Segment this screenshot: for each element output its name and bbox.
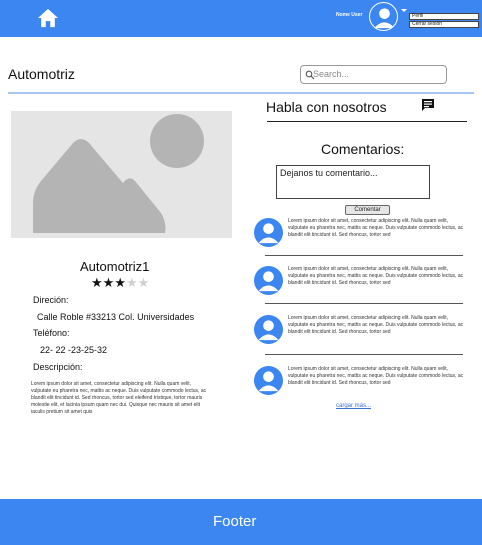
image-placeholder-icon	[33, 114, 204, 233]
title-divider	[8, 92, 474, 94]
star-filled-icon: ★	[91, 275, 103, 290]
chat-icon[interactable]	[421, 98, 435, 112]
person-icon	[258, 271, 279, 292]
rating-stars: ★★★★★	[91, 275, 149, 291]
search-placeholder: Search...	[313, 69, 350, 79]
user-avatar[interactable]	[369, 2, 398, 31]
comment-text: Lorem ipsum dolor sit amet, consectetur …	[288, 366, 464, 386]
search-input[interactable]: Search...	[300, 65, 447, 84]
comment-divider	[265, 303, 463, 304]
star-filled-icon: ★	[114, 275, 126, 290]
address-value: Calle Roble #33213 Col. Universidades	[37, 312, 195, 322]
star-empty-icon: ★	[125, 275, 138, 290]
home-icon[interactable]	[37, 8, 59, 28]
comment-text: Lorem ipsum dolor sit amet, consectetur …	[288, 315, 464, 335]
comment-text: Lorem ipsum dolor sit amet, consectetur …	[288, 266, 464, 286]
comment-text: Lorem ipsum dolor sit amet, consectetur …	[288, 218, 464, 238]
chat-title[interactable]: Habla con nosotros	[266, 99, 387, 115]
commenter-avatar	[254, 315, 283, 344]
business-image	[11, 111, 232, 238]
commenter-avatar	[254, 218, 283, 247]
chat-divider	[267, 121, 467, 122]
chevron-down-icon[interactable]	[401, 9, 407, 12]
star-filled-icon: ★	[102, 275, 115, 290]
commenter-avatar	[254, 266, 283, 295]
load-more-link[interactable]: cargar más...	[336, 403, 371, 409]
user-name: Nome User	[336, 12, 363, 18]
comment-item: Lorem ipsum dolor sit amet, consectetur …	[254, 266, 464, 306]
comment-item: Lorem ipsum dolor sit amet, consectetur …	[254, 315, 464, 355]
commenter-avatar	[254, 366, 283, 395]
page-title: Automotriz	[8, 66, 75, 82]
comments-title: Comentarios:	[321, 141, 405, 157]
comment-item: Lorem ipsum dolor sit amet, consectetur …	[254, 218, 464, 258]
footer-text: Footer	[213, 513, 257, 530]
phone-value: 22- 22 -23-25-32	[40, 345, 108, 355]
star-empty-icon: ★	[137, 275, 150, 290]
comment-divider	[265, 354, 463, 355]
menu-item-logout[interactable]: Cerrar sesión	[409, 21, 479, 28]
comment-divider	[265, 255, 463, 256]
person-icon	[258, 223, 279, 244]
comment-button[interactable]: Comentar	[345, 205, 390, 215]
comment-item: Lorem ipsum dolor sit amet, consectetur …	[254, 366, 464, 406]
person-icon	[258, 371, 279, 392]
menu-item-profile[interactable]: Perfil	[409, 13, 479, 20]
description-text: Lorem ipsum dolor sit amet, consectetur …	[31, 381, 207, 415]
business-name: Automotriz1	[80, 259, 150, 274]
description-label: Descripción:	[33, 362, 83, 372]
phone-label: Teléfono:	[33, 328, 70, 338]
address-label: Direción:	[33, 295, 69, 305]
person-icon	[258, 320, 279, 341]
comment-input[interactable]: Dejanos tu comentario...	[276, 165, 430, 199]
